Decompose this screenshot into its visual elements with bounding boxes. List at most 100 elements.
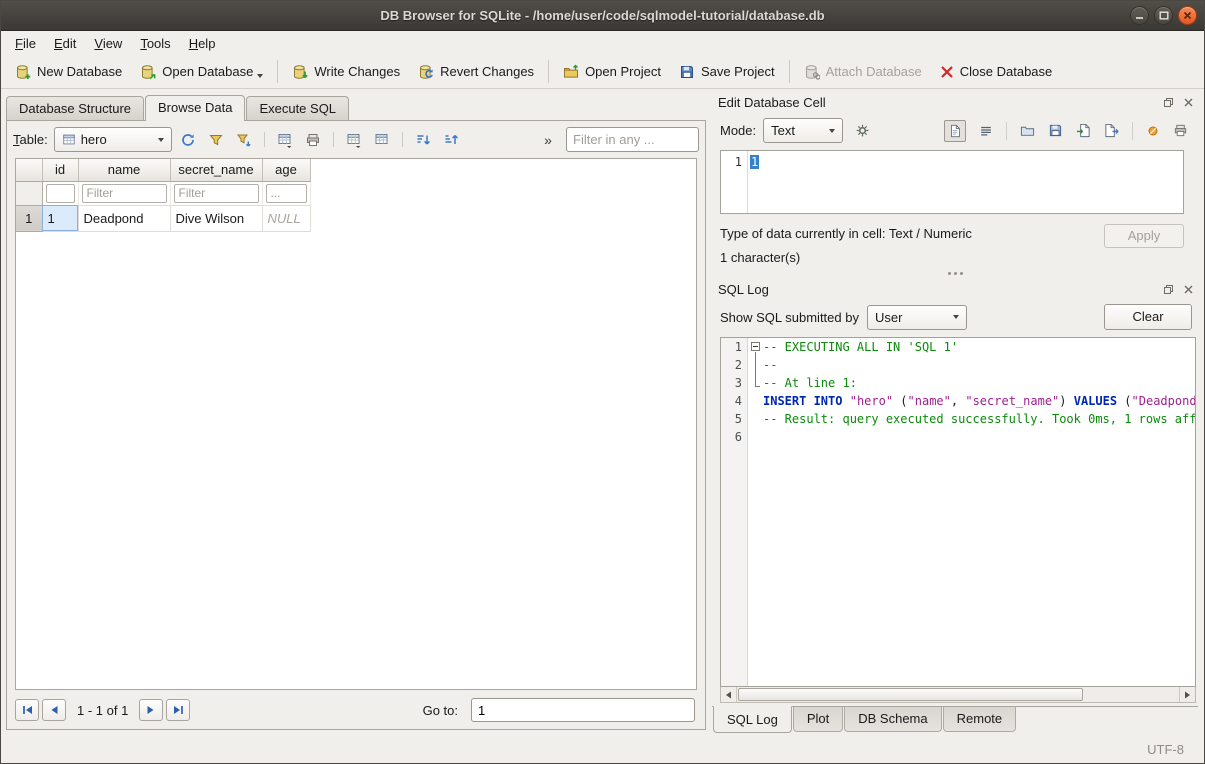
scrollbar-track[interactable] [737,687,1179,702]
dock-splitter-handle[interactable] [712,267,1198,279]
cell-editor[interactable]: 1 1 [720,150,1184,214]
save-project-button[interactable]: Save Project [671,60,783,84]
sql-log-view[interactable]: 1 -- EXECUTING ALL IN 'SQL 1' 2 -- 3 -- … [720,337,1196,687]
menu-view[interactable]: View [85,33,131,54]
show-sql-selector[interactable]: User [867,305,967,330]
column-header-age[interactable]: age [262,159,310,181]
titlebar[interactable]: DB Browser for SQLite - /home/user/code/… [1,1,1204,31]
cell-name[interactable]: Deadpond [78,205,170,231]
close-icon[interactable] [1180,283,1196,297]
previous-record-icon[interactable] [42,699,66,721]
close-icon[interactable] [1178,6,1197,25]
menu-edit[interactable]: Edit [45,33,85,54]
mode-selector-value: Text [771,123,824,138]
first-record-icon[interactable] [15,699,39,721]
float-icon[interactable] [1160,96,1176,110]
menu-help[interactable]: Help [180,33,225,54]
float-icon[interactable] [1160,283,1176,297]
show-sql-label: Show SQL submitted by [720,310,859,325]
cell-char-count: 1 character(s) [720,250,1184,265]
clear-filters-icon[interactable] [204,128,228,152]
sql-log-hscrollbar[interactable] [720,687,1196,703]
table-selector[interactable]: hero [54,127,172,152]
refresh-icon[interactable] [176,128,200,152]
apply-button[interactable]: Apply [1104,224,1184,248]
save-filter-icon[interactable] [232,128,256,152]
print-icon[interactable] [1173,123,1188,138]
word-wrap-icon[interactable] [979,124,993,138]
text-mode-icon[interactable] [944,120,966,142]
column-header-secret-name[interactable]: secret_name [170,159,262,181]
browse-data-pane: Table: hero [6,120,706,730]
open-file-icon[interactable] [1020,123,1035,138]
sort-asc-icon[interactable] [411,128,435,152]
clear-button[interactable]: Clear [1104,304,1192,330]
write-changes-button[interactable]: Write Changes [284,60,408,84]
goto-input[interactable] [471,698,695,722]
new-database-button[interactable]: New Database [7,60,130,84]
scroll-left-icon[interactable] [721,687,737,702]
mode-selector[interactable]: Text [763,118,843,143]
import-icon[interactable] [1076,123,1091,138]
fold-marker-icon[interactable] [751,342,760,351]
menu-tools[interactable]: Tools [131,33,179,54]
filter-input-secret-name[interactable] [174,184,259,203]
attach-database-button[interactable]: Attach Database [796,60,930,84]
filter-input-name[interactable] [82,184,167,203]
tab-sql-log[interactable]: SQL Log [713,706,792,733]
export-record-icon[interactable] [370,128,394,152]
set-null-icon[interactable] [1146,124,1160,138]
revert-changes-button[interactable]: Revert Changes [410,60,542,84]
tab-plot[interactable]: Plot [793,707,843,732]
scroll-right-icon[interactable] [1179,687,1195,702]
close-database-button[interactable]: Close Database [932,60,1061,83]
print-table-icon[interactable] [301,128,325,152]
grid-corner[interactable] [16,159,42,181]
last-record-icon[interactable] [166,699,190,721]
cell-id[interactable]: 1 [42,205,78,231]
log-line: 2 -- [721,356,1195,374]
open-database-dropdown-icon[interactable] [257,74,263,78]
browse-toolbar: Table: hero [7,121,705,156]
goto-label[interactable]: Go to: [413,700,468,721]
filter-input-age[interactable] [266,184,307,203]
fold-line [755,352,756,386]
menu-file[interactable]: File [6,33,45,54]
settings-icon[interactable] [850,119,874,143]
open-database-button[interactable]: Open Database [132,60,271,84]
copy-record-icon[interactable] [342,128,366,152]
filter-any-input[interactable] [566,127,699,152]
right-panel: Edit Database Cell Mode: Text [708,89,1204,736]
table-icon [62,133,76,147]
tab-database-structure[interactable]: Database Structure [6,96,144,120]
column-header-id[interactable]: id [42,159,78,181]
editor-content[interactable]: 1 [750,155,759,169]
sql-log-dock-header: SQL Log [712,279,1198,300]
main-area: Database Structure Browse Data Execute S… [1,89,1204,736]
close-icon[interactable] [1180,96,1196,110]
cell-secret-name[interactable]: Dive Wilson [170,205,262,231]
bottom-tabbar: SQL Log Plot DB Schema Remote [712,706,1198,736]
chevron-down-icon [953,315,959,319]
next-record-icon[interactable] [139,699,163,721]
toolbar-separator [789,60,790,83]
attach-database-icon [804,64,820,80]
row-header[interactable]: 1 [16,205,42,231]
maximize-icon[interactable] [1154,6,1173,25]
tab-remote[interactable]: Remote [943,707,1017,732]
column-header-name[interactable]: name [78,159,170,181]
scrollbar-thumb[interactable] [738,688,1083,701]
app-window: DB Browser for SQLite - /home/user/code/… [0,0,1205,764]
export-icon[interactable] [1104,123,1119,138]
new-record-icon[interactable] [273,128,297,152]
save-as-icon[interactable] [1048,123,1063,138]
toolbar-overflow-icon[interactable]: » [536,128,560,152]
sort-desc-icon[interactable] [439,128,463,152]
open-project-button[interactable]: Open Project [555,60,669,84]
tab-browse-data[interactable]: Browse Data [145,95,245,121]
tab-execute-sql[interactable]: Execute SQL [246,96,349,120]
filter-input-id[interactable] [46,184,75,203]
minimize-icon[interactable] [1130,6,1149,25]
tab-db-schema[interactable]: DB Schema [844,707,941,732]
cell-age[interactable]: NULL [262,205,310,231]
